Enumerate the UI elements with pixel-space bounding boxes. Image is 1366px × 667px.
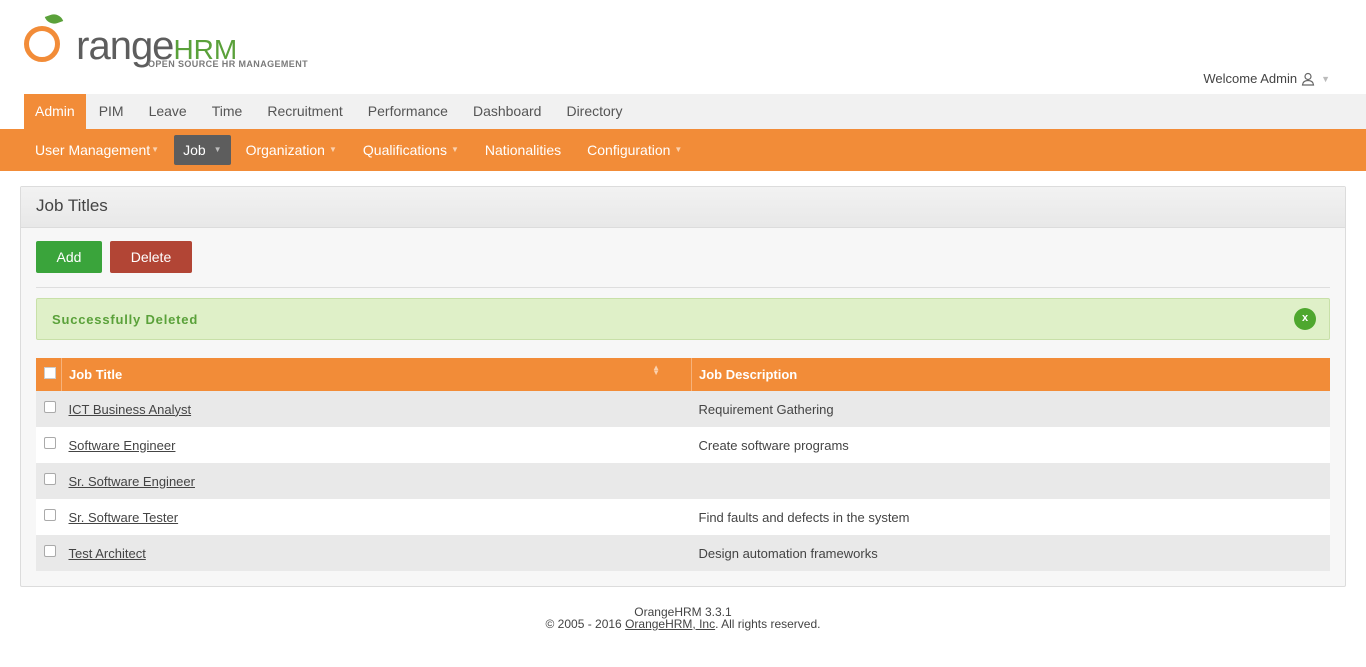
job-description-cell: Create software programs xyxy=(698,437,849,453)
footer: OrangeHRM 3.3.1 © 2005 - 2016 OrangeHRM,… xyxy=(0,606,1366,630)
submenu-label: Organization xyxy=(245,142,325,158)
row-checkbox[interactable] xyxy=(44,545,56,558)
logo-tagline: OPEN SOURCE HR MANAGEMENT xyxy=(148,59,309,69)
submenu-nationalities[interactable]: Nationalities xyxy=(474,135,572,165)
job-title-cell: Sr. Software Tester xyxy=(62,499,692,535)
chevron-down-icon: ▼ xyxy=(450,145,459,154)
row-checkbox-cell xyxy=(36,427,62,463)
submenu-label: User Management xyxy=(35,142,151,158)
footer-copyright: © 2005 - 2016 OrangeHRM, Inc. All rights… xyxy=(0,618,1366,630)
job-description-cell xyxy=(692,463,1331,499)
submenu-label: Nationalities xyxy=(484,142,562,158)
submenu-job[interactable]: Job ▼ xyxy=(174,135,231,165)
menu-time[interactable]: Time xyxy=(200,94,255,129)
submenu-organization[interactable]: Organization ▼ xyxy=(235,135,348,165)
copyright-suffix: . All rights reserved. xyxy=(715,617,821,631)
job-title-cell: Sr. Software Engineer xyxy=(62,463,692,499)
table-row: ICT Business Analyst Requirement Gatheri… xyxy=(36,391,1330,427)
welcome-menu[interactable]: Welcome Admin ▼ xyxy=(1203,71,1330,86)
select-all-cell xyxy=(36,358,62,391)
close-icon[interactable]: x xyxy=(1294,308,1316,330)
job-title-link[interactable]: Sr. Software Tester xyxy=(69,510,179,525)
table-row: Software Engineer Create software progra… xyxy=(36,427,1330,463)
chevron-down-icon: ▼ xyxy=(213,145,222,154)
admin-submenu: User Management ▼ Job ▼ Organization ▼ Qual… xyxy=(0,129,1366,171)
menu-directory[interactable]: Directory xyxy=(554,94,634,129)
menu-admin[interactable]: Admin xyxy=(24,94,86,129)
submenu-configuration[interactable]: Configuration ▼ xyxy=(576,135,693,165)
row-checkbox-cell xyxy=(36,391,62,427)
job-title-link[interactable]: Test Architect xyxy=(69,546,146,561)
submenu-label: Job xyxy=(183,142,206,158)
column-job-title[interactable]: Job Title ▲ ▼ xyxy=(61,358,692,391)
success-message: Successfully Deleted x xyxy=(36,298,1330,340)
menu-recruitment[interactable]: Recruitment xyxy=(255,94,354,129)
chevron-down-icon: ▼ xyxy=(151,145,160,154)
success-message-text: Successfully Deleted xyxy=(52,312,199,327)
row-checkbox-cell xyxy=(36,535,62,571)
delete-button[interactable]: Delete xyxy=(110,241,192,273)
job-title-link[interactable]: ICT Business Analyst xyxy=(69,402,192,417)
column-header-label: Job Title xyxy=(69,367,123,382)
table-row: Sr. Software Engineer xyxy=(36,463,1330,499)
job-title-link[interactable]: Sr. Software Engineer xyxy=(69,474,195,489)
user-icon xyxy=(1301,72,1315,86)
welcome-text: Welcome Admin xyxy=(1203,71,1298,86)
row-checkbox-cell xyxy=(36,499,62,535)
row-checkbox[interactable] xyxy=(44,437,56,450)
chevron-down-icon: ▼ xyxy=(1321,73,1330,84)
job-titles-panel: Job Titles Add Delete Successfully Delet… xyxy=(20,186,1346,587)
table-header-row: Job Title ▲ ▼ Job Description xyxy=(36,358,1330,391)
job-title-cell: ICT Business Analyst xyxy=(62,391,692,427)
menu-dashboard[interactable]: Dashboard xyxy=(461,94,554,129)
company-link[interactable]: OrangeHRM, Inc xyxy=(625,617,715,631)
submenu-label: Qualifications xyxy=(362,142,447,158)
table-row: Test Architect Design automation framewo… xyxy=(36,535,1330,571)
select-all-checkbox[interactable] xyxy=(44,367,56,379)
column-job-description: Job Description xyxy=(692,358,1331,391)
job-title-link[interactable]: Software Engineer xyxy=(69,438,176,453)
add-button[interactable]: Add xyxy=(36,241,102,273)
chevron-down-icon: ▼ xyxy=(674,145,683,154)
row-checkbox[interactable] xyxy=(44,509,56,522)
menu-performance[interactable]: Performance xyxy=(356,94,460,129)
submenu-qualifications[interactable]: Qualifications ▼ xyxy=(352,135,470,165)
sort-icon[interactable]: ▲ ▼ xyxy=(652,364,660,377)
job-titles-table: Job Title ▲ ▼ Job Description ICT Busines… xyxy=(36,358,1330,571)
column-header-label: Job Description xyxy=(699,367,798,382)
table-row: Sr. Software Tester Find faults and defe… xyxy=(36,499,1330,535)
menu-leave[interactable]: Leave xyxy=(137,94,199,129)
divider xyxy=(36,287,1330,288)
orangehrm-logo[interactable]: OrangeHRM OPEN SOURCE HR MANAGEMENT xyxy=(24,11,314,74)
job-description-cell: Find faults and defects in the system xyxy=(698,509,910,525)
submenu-user-management[interactable]: User Management ▼ xyxy=(24,135,170,165)
submenu-label: Configuration xyxy=(587,142,671,158)
row-checkbox[interactable] xyxy=(44,473,56,486)
job-description-cell: Requirement Gathering xyxy=(698,401,834,417)
page-title: Job Titles xyxy=(21,187,1345,228)
main-menu: Admin PIM Leave Time Recruitment Perform… xyxy=(24,94,1366,129)
job-description-cell: Design automation frameworks xyxy=(698,545,878,561)
chevron-down-icon: ▼ xyxy=(328,145,337,154)
job-title-cell: Software Engineer xyxy=(62,427,692,463)
row-checkbox-cell xyxy=(36,463,62,499)
row-checkbox[interactable] xyxy=(44,401,56,414)
copyright-prefix: © 2005 - 2016 xyxy=(545,617,626,631)
menu-pim[interactable]: PIM xyxy=(87,94,136,129)
job-title-cell: Test Architect xyxy=(62,535,692,571)
